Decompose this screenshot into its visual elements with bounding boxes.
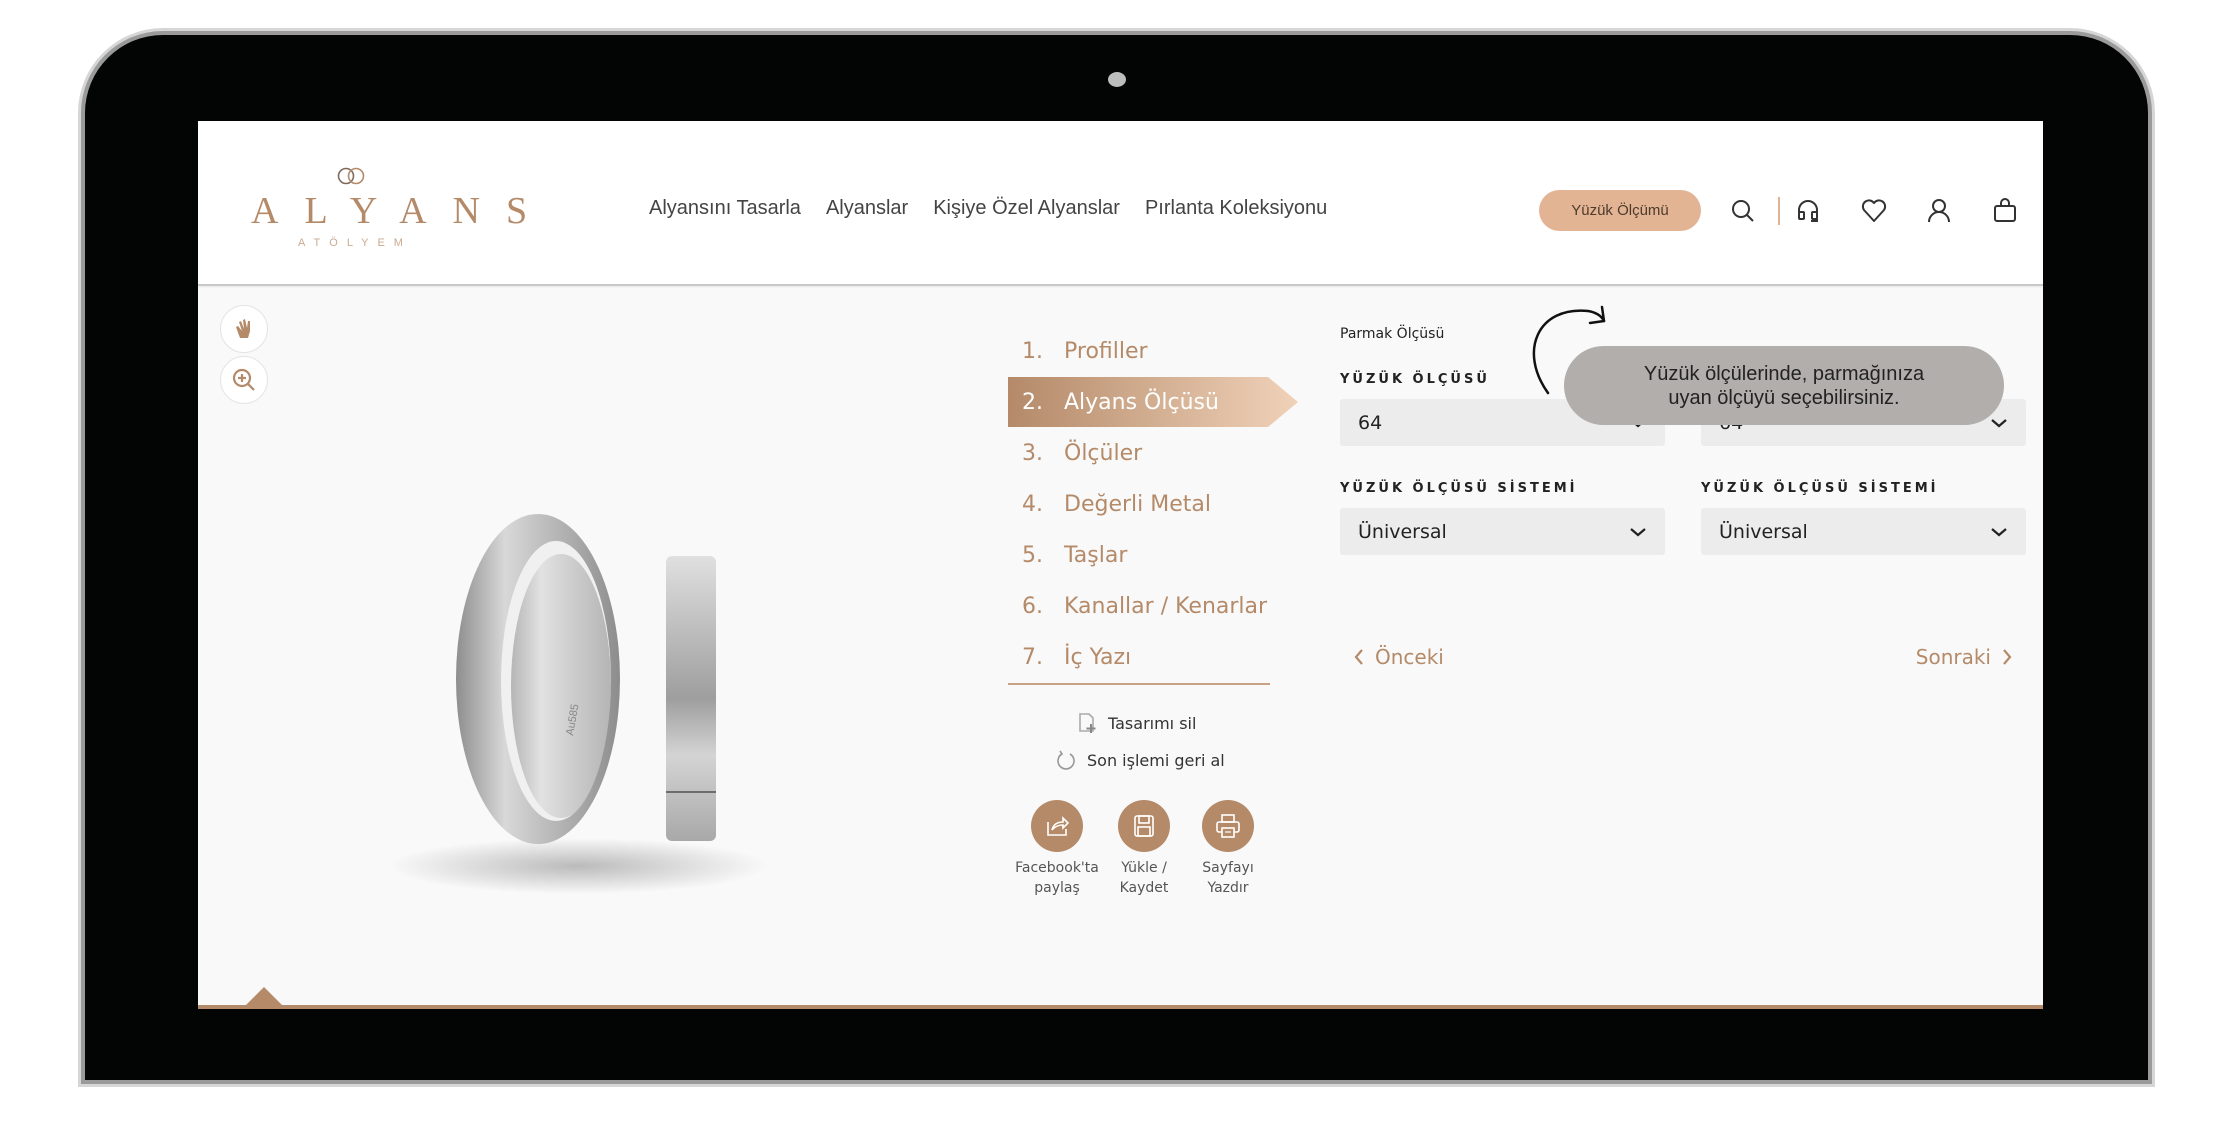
header-divider (1778, 197, 1780, 225)
logo[interactable]: ALYANS ATÖLYEM (225, 167, 554, 249)
logo-title: ALYANS (251, 190, 554, 232)
new-file-icon (1079, 713, 1096, 733)
printer-icon (1216, 814, 1240, 838)
user-icon[interactable] (1925, 197, 1953, 225)
delete-design-label: Tasarımı sil (1108, 713, 1197, 733)
ring-measure-button[interactable]: Yüzük Ölçümü (1539, 190, 1701, 231)
print-label: Sayfayı Yazdır (1202, 860, 1254, 896)
left-size-system-value: Üniversal (1358, 520, 1447, 543)
step-inner-text[interactable]: 7. İç Yazı (1008, 632, 1308, 683)
logo-subtitle: ATÖLYEM (298, 237, 412, 249)
chevron-down-icon (1991, 418, 2007, 427)
undo-icon (1057, 750, 1075, 770)
pan-tool-button[interactable] (220, 305, 268, 353)
chevron-right-icon (2003, 649, 2012, 665)
heart-icon[interactable] (1860, 197, 1888, 225)
previous-button[interactable]: Önceki (1353, 645, 1444, 669)
screen: ALYANS ATÖLYEM Alyansını Tasarla Alyansl… (198, 121, 2043, 1009)
size-hint-tooltip: Yüzük ölçülerinde, parmağınıza uyan ölçü… (1564, 346, 2004, 425)
narrow-ring (666, 556, 716, 841)
large-ring: Au585 (456, 514, 620, 844)
step-stones[interactable]: 5. Taşlar (1008, 530, 1308, 581)
nav-item-custom-rings[interactable]: Kişiye Özel Alyanslar (933, 197, 1120, 220)
shopping-bag-icon[interactable] (1991, 197, 2019, 225)
headset-icon[interactable] (1794, 197, 1822, 225)
floppy-disk-icon (1134, 815, 1154, 837)
step-ring-size[interactable]: 2. Alyans Ölçüsü (1008, 377, 1308, 428)
nav-item-rings[interactable]: Alyanslar (826, 197, 908, 220)
ring-preview-image[interactable]: Au585 (378, 491, 798, 911)
nav-item-design[interactable]: Alyansını Tasarla (649, 197, 801, 220)
step-profiles[interactable]: 1. Profiller (1008, 326, 1308, 377)
next-button[interactable]: Sonraki (1916, 645, 2013, 669)
hand-icon (236, 319, 250, 338)
camera-dot (1108, 72, 1126, 87)
save-button[interactable] (1118, 800, 1170, 852)
undo-button[interactable]: Son işlemi geri al (1055, 749, 1225, 771)
right-size-system-value: Üniversal (1719, 520, 1808, 543)
bottom-accent-bar (198, 1005, 2043, 1009)
right-size-system-select[interactable]: Üniversal (1701, 508, 2026, 555)
finger-size-heading: Parmak Ölçüsü (1340, 326, 1445, 342)
share-icon (1047, 816, 1070, 836)
chevron-left-icon (1354, 649, 1363, 665)
search-icon[interactable] (1729, 197, 1757, 225)
step-channels-edges[interactable]: 6. Kanallar / Kenarlar (1008, 581, 1308, 632)
step-dimensions[interactable]: 3. Ölçüler (1008, 428, 1308, 479)
chevron-down-icon (1991, 527, 2007, 536)
facebook-share-button[interactable] (1031, 800, 1083, 852)
main-nav: Alyansını Tasarla Alyanslar Kişiye Özel … (649, 197, 1327, 220)
chevron-down-icon (1630, 527, 1646, 536)
step-precious-metal[interactable]: 4. Değerli Metal (1008, 479, 1308, 530)
ring-shadow (388, 838, 768, 894)
right-system-label: YÜZÜK ÖLÇÜSÜ SİSTEMİ (1701, 481, 1939, 496)
left-ring-size-value: 64 (1358, 411, 1383, 434)
zoom-in-icon (232, 368, 255, 391)
left-size-label: YÜZÜK ÖLÇÜSÜ (1340, 372, 1490, 387)
site-header: ALYANS ATÖLYEM Alyansını Tasarla Alyansl… (198, 121, 2043, 286)
expand-panel-toggle[interactable] (245, 987, 283, 1006)
zoom-tool-button[interactable] (220, 356, 268, 404)
steps-divider (1008, 683, 1270, 685)
delete-design-button[interactable]: Tasarımı sil (1076, 712, 1196, 734)
design-steps: 1. Profiller 2. Alyans Ölçüsü 3. Ölçüler 4.… (1008, 326, 1308, 683)
nav-item-diamond-collection[interactable]: Pırlanta Koleksiyonu (1145, 197, 1327, 220)
print-button[interactable] (1202, 800, 1254, 852)
rings-logo-icon (337, 167, 364, 185)
undo-label: Son işlemi geri al (1087, 750, 1225, 770)
left-system-label: YÜZÜK ÖLÇÜSÜ SİSTEMİ (1340, 481, 1578, 496)
left-size-system-select[interactable]: Üniversal (1340, 508, 1665, 555)
share-label: Facebook'ta paylaş (1015, 860, 1099, 896)
